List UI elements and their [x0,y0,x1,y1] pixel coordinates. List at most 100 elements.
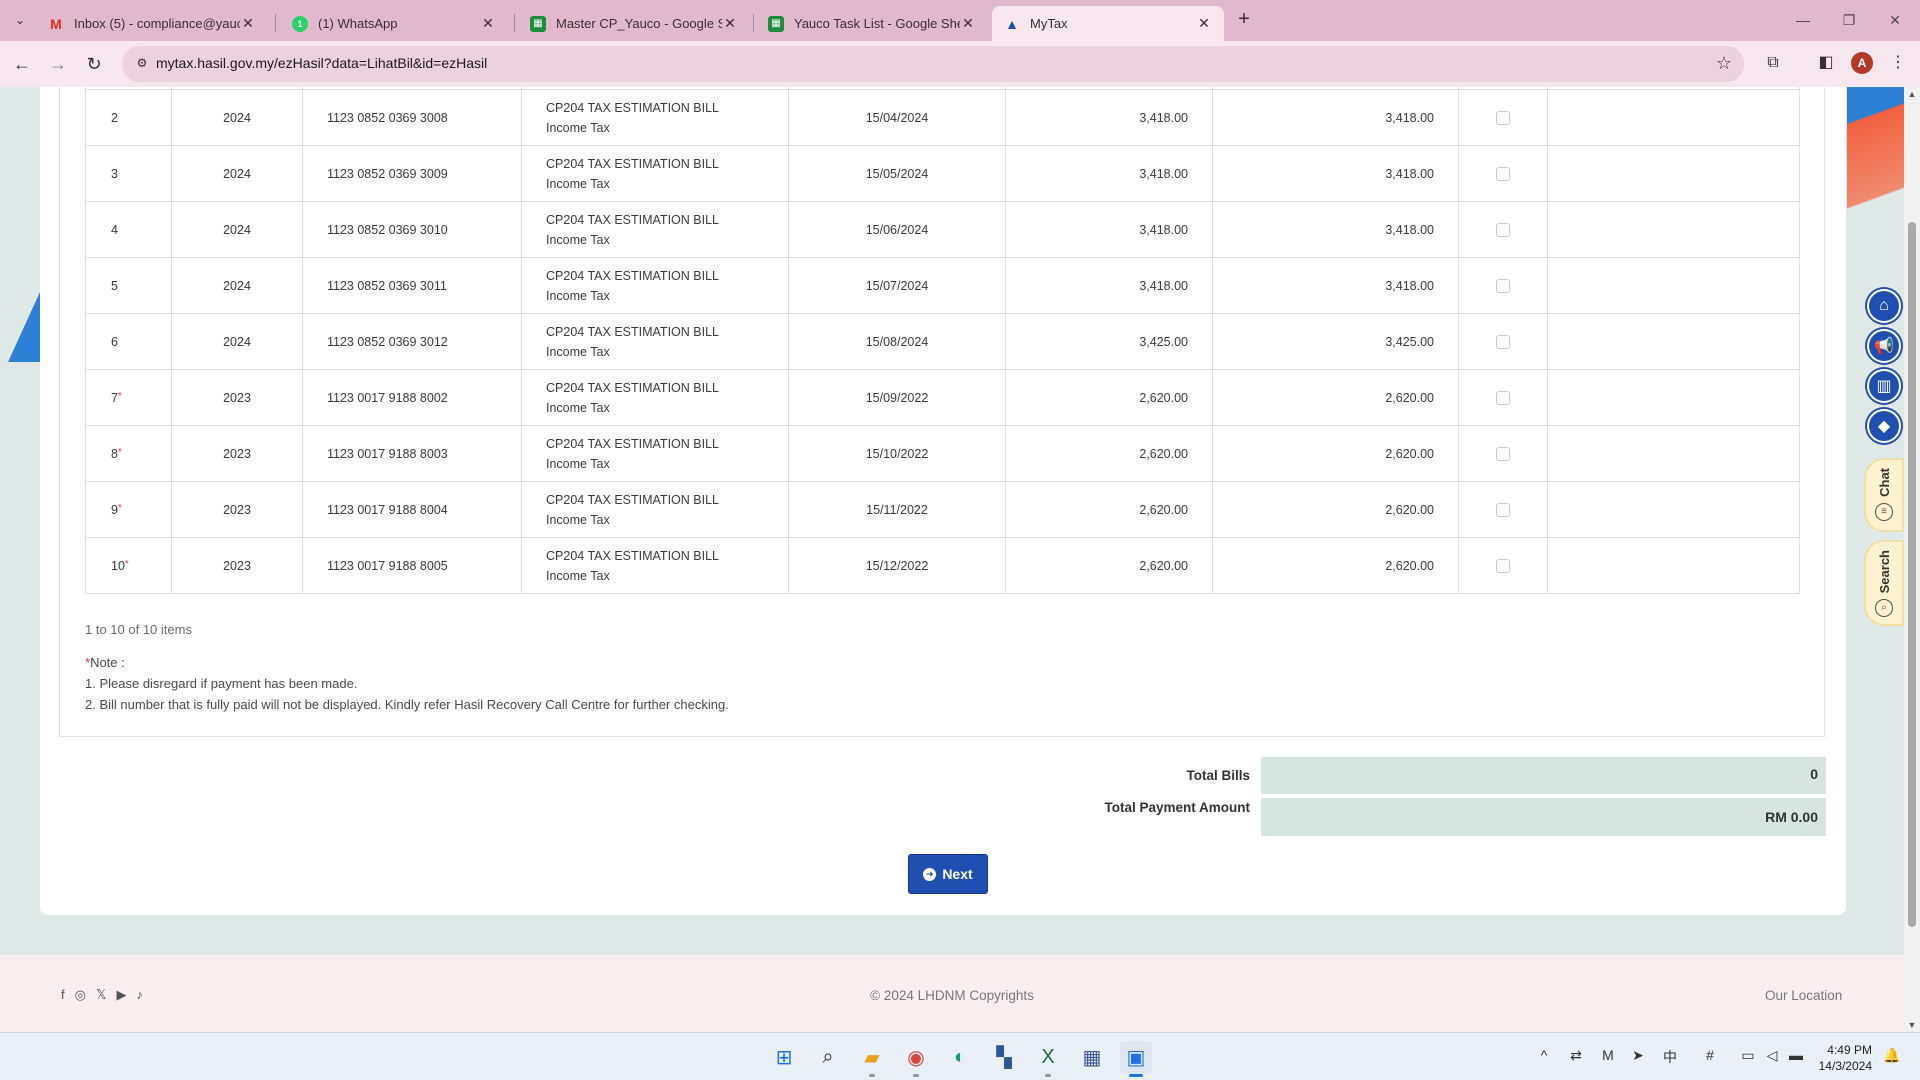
row-select-checkbox[interactable] [1496,222,1510,237]
tray-location-icon[interactable]: ➤ [1628,1047,1648,1064]
cell-description: CP204 TAX ESTIMATION BILL Income Tax [521,89,789,146]
chrome-icon[interactable]: ◉ [900,1041,932,1077]
tab-gmail[interactable]: M Inbox (5) - compliance@yauco... ✕ [36,6,268,41]
cell-bill-number: 1123 0852 0369 3011 [302,257,522,314]
cell-due-date: 15/07/2024 [788,257,1006,314]
row-select-checkbox[interactable] [1496,110,1510,125]
reload-button[interactable]: ↻ [80,50,108,78]
site-footer: f ◎ 𝕏 ▶ ♪ © 2024 LHDNM Copyrights Our Lo… [0,955,1904,1032]
bookmark-star-icon[interactable]: ☆ [1716,53,1732,74]
cell-amount: 2,620.00 [1005,369,1213,426]
sheets-icon: ▦ [530,15,546,32]
teams-app-icon[interactable]: ▚ [988,1041,1020,1073]
cell-select [1458,89,1548,146]
edge-icon[interactable]: ◐ [944,1041,976,1073]
tab-yauco-task-list[interactable]: ▦ Yauco Task List - Google Sheets ✕ [756,6,988,41]
cell-description: CP204 TAX ESTIMATION BILL Income Tax [521,481,789,538]
cell-due-date: 15/10/2022 [788,425,1006,482]
scroll-up-arrow-icon[interactable]: ▲ [1904,89,1920,99]
row-select-checkbox[interactable] [1496,446,1510,461]
cell-bill-number: 1123 0852 0369 3010 [302,201,522,258]
close-icon[interactable]: ✕ [240,15,256,32]
row-number: 4 [111,222,118,237]
forward-button[interactable]: → [44,50,72,78]
close-icon[interactable]: ✕ [960,15,976,32]
row-select-checkbox[interactable] [1496,278,1510,293]
clock-date: 14/3/2024 [1818,1059,1872,1073]
search-icon[interactable]: ⌕ [812,1041,844,1073]
row-select-checkbox[interactable] [1496,558,1510,573]
network-icon[interactable]: ▭ [1738,1047,1758,1064]
cell-year: 2023 [171,425,303,482]
row-number: 8 [111,446,118,461]
windows-start-icon[interactable]: ⊞ [768,1041,800,1073]
system-clock[interactable]: 4:49 PM 14/3/2024 [1812,1042,1872,1074]
tab-whatsapp[interactable]: 1 (1) WhatsApp ✕ [280,6,508,41]
profile-avatar[interactable]: A [1851,52,1873,74]
row-select-checkbox[interactable] [1496,502,1510,517]
total-bills-field: 0 [1261,757,1826,794]
tray-chevron-up-icon[interactable]: ^ [1534,1047,1554,1063]
cell-description: CP204 TAX ESTIMATION BILL Income Tax [521,425,789,482]
tab-master-cp[interactable]: ▦ Master CP_Yauco - Google Shee... ✕ [518,6,750,41]
row-number: 10 [111,558,125,573]
cell-no: 7* [85,369,172,426]
site-info-icon[interactable]: ⚙ [134,56,150,72]
cell-due-date: 15/05/2024 [788,145,1006,202]
bills-table: 2 2024 1123 0852 0369 3008 CP204 TAX ESTIMA… [85,87,1800,594]
announcement-icon[interactable]: 📢 [1867,329,1901,363]
cell-description: CP204 TAX ESTIMATION BILL Income Tax [521,313,789,370]
extensions-icon[interactable]: ⧉ [1762,52,1784,74]
education-cap-icon[interactable]: ◆ [1867,409,1901,443]
calculator-icon[interactable]: ▦ [1076,1041,1108,1073]
tab-mytax[interactable]: ▲ MyTax ✕ [992,6,1224,41]
cell-action [1547,89,1800,146]
our-location-link[interactable]: Our Location [1765,988,1842,1003]
cell-no: 9* [85,481,172,538]
menu-kebab-icon[interactable]: ⋮ [1887,52,1909,74]
minimize-button[interactable]: — [1780,6,1826,34]
cell-balance: 3,418.00 [1212,145,1459,202]
input-mode-icon[interactable]: # [1700,1047,1720,1063]
excel-icon[interactable]: X [1032,1041,1064,1077]
cell-no: 10* [85,537,172,594]
home-icon[interactable]: ⌂ [1867,289,1901,323]
cell-amount: 3,418.00 [1005,145,1213,202]
tray-app-icon[interactable]: M [1598,1047,1618,1063]
scroll-down-arrow-icon[interactable]: ▼ [1904,1020,1920,1030]
input-language-icon[interactable]: 中 [1660,1047,1680,1067]
search-widget[interactable]: Search ⌕ [1864,540,1904,626]
chat-widget[interactable]: Chat ≡ [1864,458,1904,532]
remote-desktop-icon[interactable]: ▣ [1120,1041,1152,1077]
row-select-checkbox[interactable] [1496,334,1510,349]
tab-title: Yauco Task List - Google Sheets [794,16,960,31]
scrollbar-thumb[interactable] [1908,222,1916,927]
cell-balance: 2,620.00 [1212,425,1459,482]
tab-search-button[interactable]: ⌄ [8,8,32,32]
page-scrollbar[interactable]: ▲ ▼ [1904,87,1920,1032]
table-row: 7* 2023 1123 0017 9188 8002 CP204 TAX ESTIM… [85,369,1800,426]
cell-action [1547,313,1800,370]
back-button[interactable]: ← [8,50,36,78]
close-window-button[interactable]: ✕ [1872,6,1918,34]
file-explorer-icon[interactable]: ▰ [856,1041,888,1077]
close-icon[interactable]: ✕ [722,15,738,32]
row-number: 2 [111,110,118,125]
cell-select [1458,425,1548,482]
cell-year: 2024 [171,313,303,370]
address-bar[interactable]: ⚙ mytax.hasil.gov.my/ezHasil?data=LihatB… [122,46,1744,82]
new-tab-button[interactable]: + [1232,8,1256,32]
close-icon[interactable]: ✕ [480,15,496,32]
guide-book-icon[interactable]: ▥ [1867,369,1901,403]
tray-transfer-icon[interactable]: ⇄ [1566,1047,1586,1064]
notification-bell-icon[interactable]: 🔔 [1882,1047,1902,1064]
side-panel-icon[interactable]: ◧ [1815,52,1837,74]
restore-button[interactable]: ❐ [1826,6,1872,34]
battery-icon[interactable]: ▬ [1786,1047,1806,1063]
close-icon[interactable]: ✕ [1196,15,1212,32]
next-button[interactable]: ➜ Next [908,854,988,894]
row-select-checkbox[interactable] [1496,166,1510,181]
volume-muted-icon[interactable]: ◁ [1762,1047,1782,1064]
cell-due-date: 15/11/2022 [788,481,1006,538]
row-select-checkbox[interactable] [1496,390,1510,405]
